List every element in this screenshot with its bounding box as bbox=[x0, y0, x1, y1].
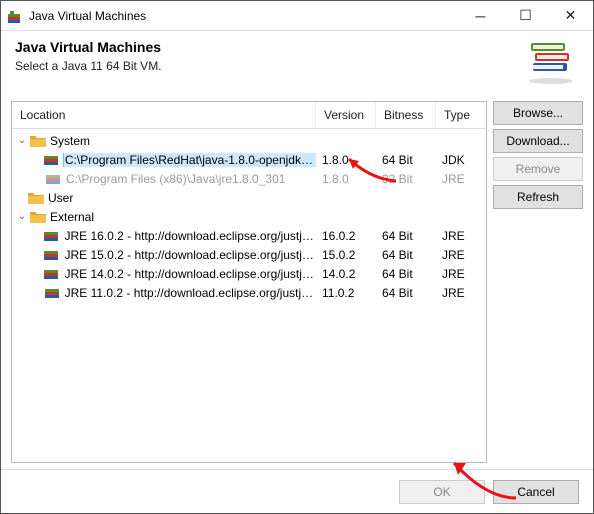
ok-button: OK bbox=[399, 480, 485, 504]
tree-item[interactable]: C:\Program Files\RedHat\java-1.8.0-openj… bbox=[12, 150, 486, 169]
dialog-subtext: Select a Java 11 64 Bit VM. bbox=[15, 59, 523, 73]
tree-item[interactable]: JRE 15.0.2 - http://download.eclipse.org… bbox=[12, 245, 486, 264]
titlebar: Java Virtual Machines ─ ☐ ✕ bbox=[1, 1, 593, 31]
col-version[interactable]: Version bbox=[316, 102, 376, 128]
chevron-down-icon[interactable]: ⌄ bbox=[16, 135, 28, 146]
jre-icon bbox=[44, 267, 60, 281]
tree-item[interactable]: JRE 11.0.2 - http://download.eclipse.org… bbox=[12, 283, 486, 302]
col-bitness[interactable]: Bitness bbox=[376, 102, 436, 128]
tree-item[interactable]: C:\Program Files (x86)\Java\jre1.8.0_301… bbox=[12, 169, 486, 188]
tree-item[interactable]: JRE 16.0.2 - http://download.eclipse.org… bbox=[12, 226, 486, 245]
side-buttons: Browse... Download... Remove Refresh bbox=[493, 101, 583, 463]
folder-icon bbox=[28, 191, 44, 205]
close-button[interactable]: ✕ bbox=[548, 1, 593, 30]
maximize-button[interactable]: ☐ bbox=[503, 1, 548, 30]
app-icon bbox=[7, 8, 23, 24]
tree-body: ⌄ System C:\Program Files\RedHat\java-1.… bbox=[12, 129, 486, 462]
remove-button: Remove bbox=[493, 157, 583, 181]
tree-header: Location Version Bitness Type bbox=[12, 102, 486, 129]
jre-icon bbox=[44, 229, 60, 243]
tree-node-system[interactable]: ⌄ System bbox=[12, 131, 486, 150]
dialog-header: Java Virtual Machines Select a Java 11 6… bbox=[1, 31, 593, 95]
jre-icon bbox=[44, 248, 60, 262]
dialog-window: Java Virtual Machines ─ ☐ ✕ Java Virtual… bbox=[0, 0, 594, 514]
jre-icon bbox=[44, 153, 60, 167]
folder-icon bbox=[30, 134, 46, 148]
jre-icon bbox=[45, 286, 61, 300]
jre-icon bbox=[46, 172, 62, 186]
cancel-button[interactable]: Cancel bbox=[493, 480, 579, 504]
content-area: Location Version Bitness Type ⌄ System C… bbox=[1, 95, 593, 469]
tree-node-user[interactable]: User bbox=[12, 188, 486, 207]
folder-icon bbox=[30, 210, 46, 224]
chevron-down-icon[interactable]: ⌄ bbox=[16, 211, 28, 222]
browse-button[interactable]: Browse... bbox=[493, 101, 583, 125]
tree-item[interactable]: JRE 14.0.2 - http://download.eclipse.org… bbox=[12, 264, 486, 283]
dialog-heading: Java Virtual Machines bbox=[15, 39, 523, 55]
vm-tree[interactable]: Location Version Bitness Type ⌄ System C… bbox=[11, 101, 487, 463]
refresh-button[interactable]: Refresh bbox=[493, 185, 583, 209]
col-location[interactable]: Location bbox=[12, 102, 316, 128]
window-title: Java Virtual Machines bbox=[29, 9, 458, 23]
col-type[interactable]: Type bbox=[436, 102, 486, 128]
download-button[interactable]: Download... bbox=[493, 129, 583, 153]
books-icon bbox=[523, 39, 579, 85]
minimize-button[interactable]: ─ bbox=[458, 1, 503, 30]
dialog-footer: OK Cancel bbox=[1, 469, 593, 513]
tree-node-external[interactable]: ⌄ External bbox=[12, 207, 486, 226]
